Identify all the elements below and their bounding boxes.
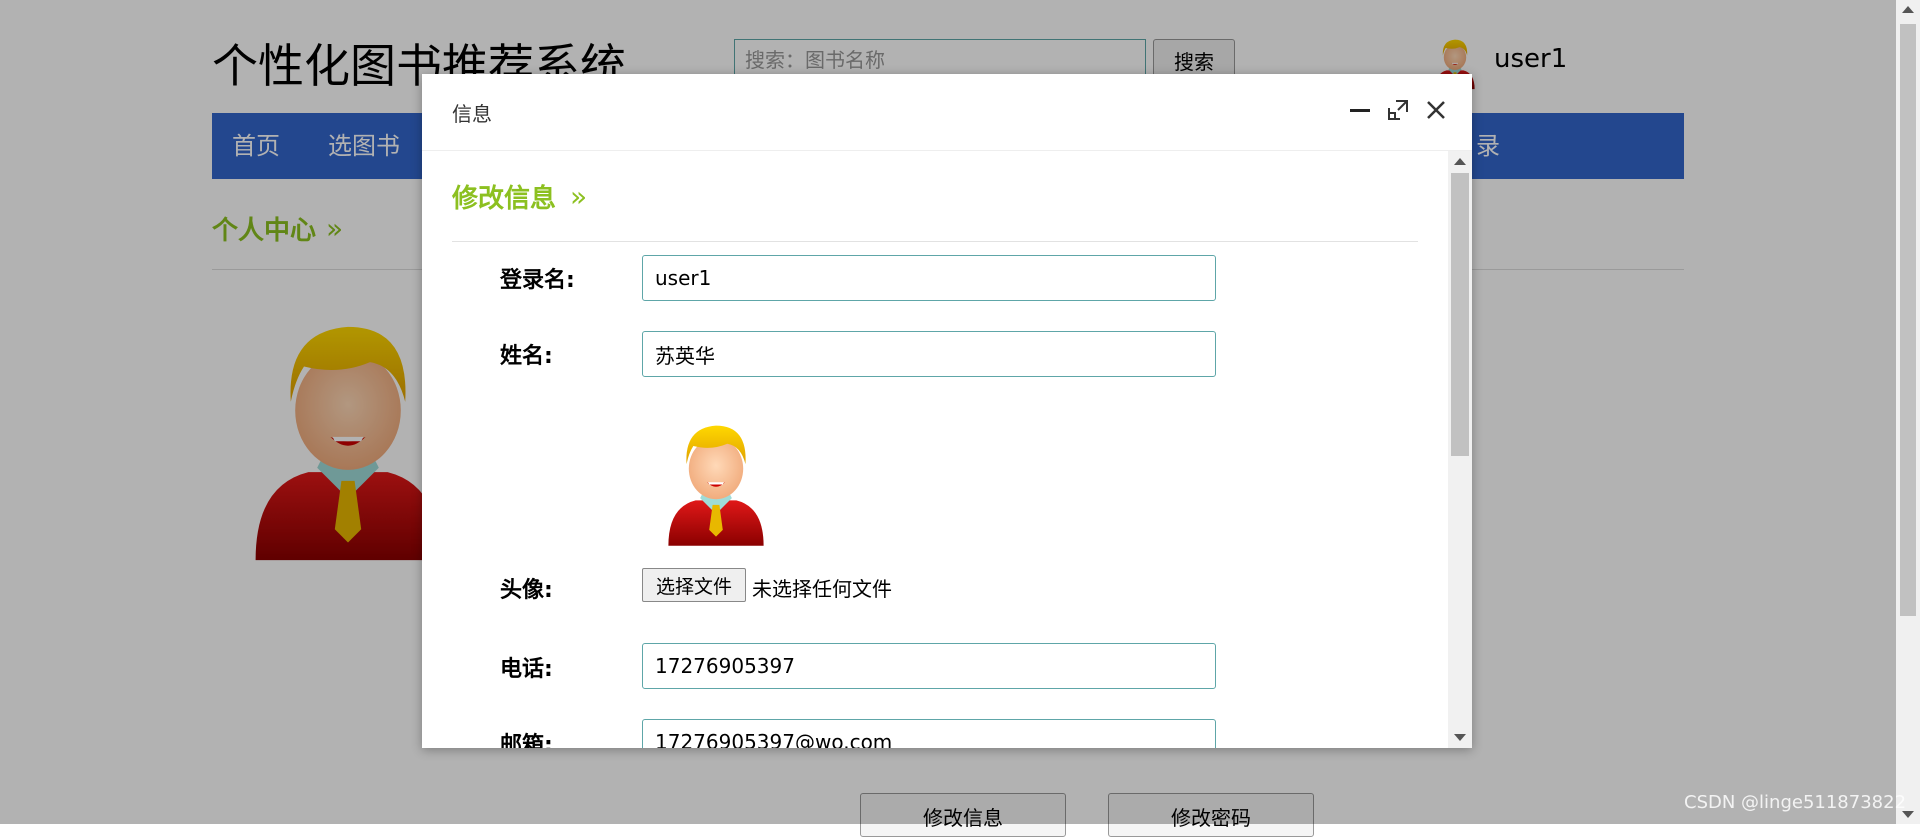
dialog-title: 信息 [452,102,492,126]
name-field[interactable] [642,331,1216,377]
phone-field[interactable] [642,643,1216,689]
choose-file-button[interactable]: 选择文件 [642,568,746,602]
maximize-icon[interactable] [1384,96,1412,124]
form-title-text: 修改信息 [452,184,557,214]
page-scroll-thumb[interactable] [1900,24,1916,616]
dialog-scroll-thumb[interactable] [1451,173,1469,456]
phone-label: 电话: [500,657,553,682]
avatar-preview-image [654,412,778,548]
email-label: 邮箱: [500,733,553,748]
dialog-header: 信息 [422,74,1472,151]
edit-info-dialog: 信息 修改信息 » 登录名: 姓名: 头像: 选择文件 未选择任何文件 电话: … [422,74,1472,748]
login-label: 登录名: [500,268,575,293]
watermark: CSDN @linge511873822 [1684,792,1907,813]
form-divider [452,241,1418,242]
form-title: 修改信息 » [452,178,587,215]
dialog-scroll-up-icon[interactable] [1454,158,1466,165]
page-scrollbar[interactable] [1896,0,1920,824]
scroll-up-arrow-icon[interactable] [1902,6,1914,13]
minimize-icon[interactable] [1346,96,1374,124]
dialog-scroll-down-icon[interactable] [1454,734,1466,741]
avatar-label: 头像: [500,578,553,603]
dialog-scrollbar[interactable] [1448,151,1472,748]
file-status-text: 未选择任何文件 [752,577,892,601]
double-chevron-icon: » [570,180,588,213]
email-field[interactable] [642,719,1216,748]
close-icon[interactable] [1422,96,1450,124]
name-label: 姓名: [500,344,553,369]
login-field[interactable] [642,255,1216,301]
